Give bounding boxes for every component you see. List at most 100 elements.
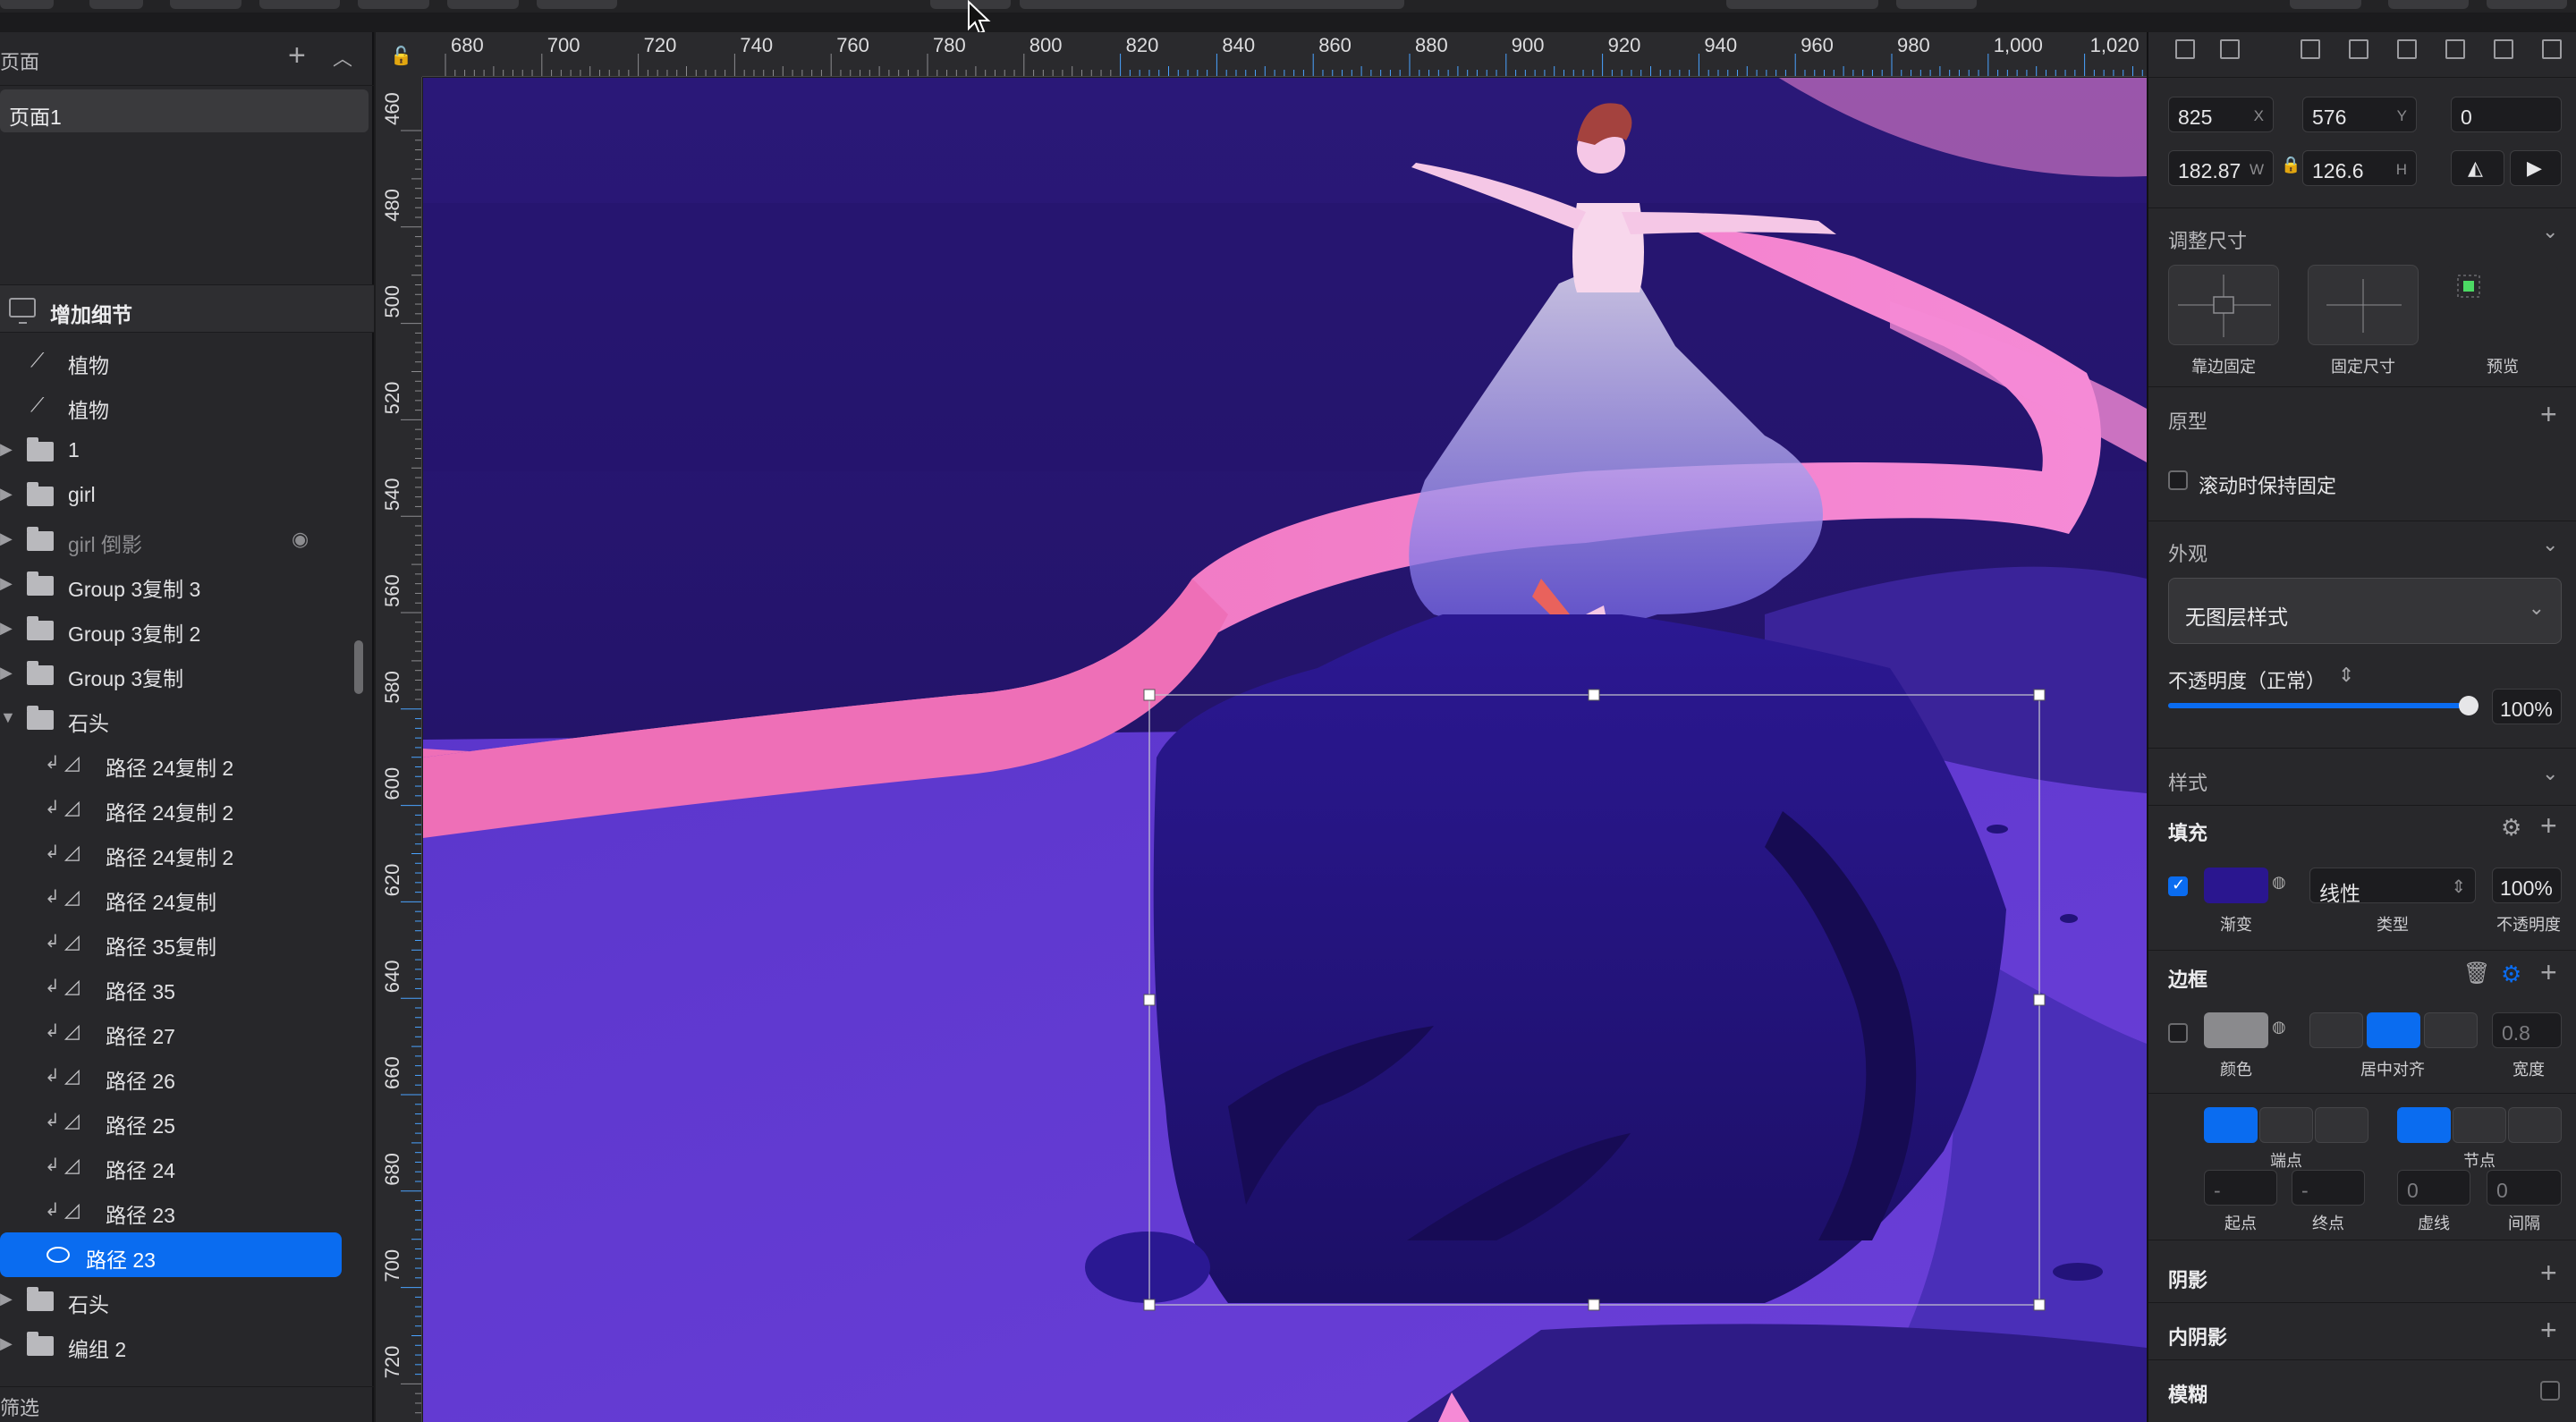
layer-row[interactable]: ↲ ◿ 路径 24 <box>0 1143 358 1188</box>
selection-handle[interactable] <box>1588 1299 1600 1311</box>
layer-row[interactable]: ↲ ◿ 路径 24复制 <box>0 875 358 919</box>
border-inside-button[interactable] <box>2309 1012 2363 1048</box>
layer-row[interactable]: ▶ 1 <box>0 427 358 472</box>
layer-style-select[interactable]: 无图层样式 ⌄ <box>2168 578 2562 644</box>
expand-arrow-icon[interactable]: ▶ <box>0 1290 13 1308</box>
endpoint-butt-button[interactable] <box>2204 1107 2258 1143</box>
toolbar-button[interactable] <box>0 0 54 9</box>
toolbar-button[interactable] <box>1896 0 1977 9</box>
w-field[interactable]: 182.87 W <box>2168 150 2274 186</box>
node-bevel-button[interactable] <box>2508 1107 2562 1143</box>
add-border-icon[interactable]: + <box>2540 958 2557 986</box>
layer-row[interactable]: ▶ Group 3复制 3 <box>0 562 358 606</box>
dash-end-field[interactable]: - <box>2292 1170 2365 1206</box>
layer-row[interactable]: ↲ ◿ 路径 35 <box>0 964 358 1009</box>
selection-handle[interactable] <box>1588 689 1600 701</box>
artboard-row[interactable]: 增加细节 <box>0 284 374 333</box>
layer-row[interactable]: ⟋ 植物 <box>0 383 358 427</box>
align-bottom-icon[interactable] <box>2542 39 2562 59</box>
fixed-size-tile[interactable] <box>2308 265 2419 345</box>
gap-field[interactable]: 0 <box>2487 1170 2562 1206</box>
pin-edges-tile[interactable] <box>2168 265 2279 345</box>
y-field[interactable]: 576 Y <box>2302 97 2417 132</box>
selection-handle[interactable] <box>2033 689 2046 701</box>
expand-arrow-icon[interactable]: ▶ <box>0 440 13 459</box>
fill-color-swatch[interactable] <box>2204 868 2268 903</box>
selection-handle[interactable] <box>1143 689 1156 701</box>
selection-handle[interactable] <box>1143 994 1156 1006</box>
layer-row[interactable]: ↲ ◿ 路径 24复制 2 <box>0 741 358 785</box>
toolbar-button[interactable] <box>447 0 519 9</box>
add-fill-icon[interactable]: + <box>2540 811 2557 840</box>
layers-scrollbar[interactable] <box>354 640 363 694</box>
style-chevron-icon[interactable]: ⌄ <box>2542 762 2558 785</box>
fill-settings-icon[interactable]: ⚙ <box>2501 814 2521 842</box>
expand-arrow-icon[interactable]: ▶ <box>0 664 13 682</box>
layer-row[interactable]: ↲ ◿ 路径 25 <box>0 1098 358 1143</box>
page-item[interactable]: 页面1 <box>0 89 369 132</box>
layer-row[interactable]: ↲ ◿ 路径 26 <box>0 1054 358 1098</box>
fill-type-select[interactable]: 线性 ⇕ <box>2309 868 2476 905</box>
toolbar-button[interactable] <box>2290 0 2361 9</box>
resize-chevron-icon[interactable]: ⌄ <box>2542 220 2558 243</box>
expand-arrow-icon[interactable]: ▶ <box>0 619 13 638</box>
blur-checkbox[interactable] <box>2540 1381 2560 1401</box>
appearance-chevron-icon[interactable]: ⌄ <box>2542 533 2558 556</box>
layer-row[interactable]: ▶ girl 倒影 ◉ <box>0 517 358 562</box>
align-right-icon[interactable] <box>2397 39 2417 59</box>
h-field[interactable]: 126.6 H <box>2302 150 2417 186</box>
selection-handle[interactable] <box>2033 1299 2046 1311</box>
flip-horizontal-button[interactable]: ◭ <box>2451 150 2504 186</box>
border-width-field[interactable]: 0.8 <box>2492 1012 2562 1048</box>
layer-row[interactable]: ▶ Group 3复制 2 <box>0 606 358 651</box>
toolbar-button[interactable] <box>2487 0 2567 9</box>
toolbar-button[interactable] <box>170 0 242 9</box>
ruler-lock-icon[interactable]: 🔓 <box>390 45 412 67</box>
opacity-field[interactable]: 100% <box>2492 689 2562 724</box>
rotation-field[interactable]: 0 <box>2451 97 2562 132</box>
selection-handle[interactable] <box>1143 1299 1156 1311</box>
fix-on-scroll-checkbox[interactable] <box>2168 470 2188 490</box>
align-top-icon[interactable] <box>2445 39 2465 59</box>
hidden-eye-icon[interactable]: ◉ <box>292 528 309 551</box>
node-round-button[interactable] <box>2453 1107 2506 1143</box>
lock-ratio-icon[interactable]: 🔒 <box>2281 156 2301 174</box>
layer-row[interactable]: 路径 23 <box>0 1232 342 1277</box>
toolbar-button[interactable] <box>259 0 340 9</box>
toolbar-button[interactable] <box>89 0 143 9</box>
border-center-button[interactable] <box>2367 1012 2420 1048</box>
layer-row[interactable]: ↲ ◿ 路径 27 <box>0 1009 358 1054</box>
layer-row[interactable]: ▶ 石头 <box>0 1277 358 1322</box>
align-center-icon[interactable] <box>2220 39 2240 59</box>
color-picker-icon[interactable]: ◍ <box>2272 1018 2286 1037</box>
layers-filter[interactable]: 筛选 <box>0 1386 374 1422</box>
toolbar-button[interactable] <box>358 0 429 9</box>
fill-enabled-checkbox[interactable] <box>2168 876 2188 896</box>
layer-row[interactable]: ▶ girl <box>0 472 358 517</box>
border-settings-icon[interactable]: ⚙ <box>2501 961 2521 988</box>
toolbar-button[interactable] <box>1726 0 1878 9</box>
delete-border-icon[interactable]: 🗑 <box>2463 961 2490 986</box>
canvas[interactable] <box>423 78 2147 1422</box>
distribute-icon[interactable] <box>2301 39 2320 59</box>
add-page-icon[interactable]: + <box>288 38 306 73</box>
collapse-arrow-icon[interactable]: ▼ <box>0 708 16 727</box>
opacity-slider[interactable] <box>2168 696 2479 715</box>
toolbar-button[interactable] <box>537 0 617 9</box>
collapse-icon[interactable]: ︿ <box>333 43 352 72</box>
endpoint-square-button[interactable] <box>2315 1107 2368 1143</box>
layer-row[interactable]: ↲ ◿ 路径 24复制 2 <box>0 830 358 875</box>
selection-handle[interactable] <box>2033 994 2046 1006</box>
align-hcenter-icon[interactable] <box>2349 39 2368 59</box>
expand-arrow-icon[interactable]: ▶ <box>0 1334 13 1353</box>
color-picker-icon[interactable]: ◍ <box>2272 873 2286 892</box>
opacity-slider-knob[interactable] <box>2459 696 2479 715</box>
fill-opacity-field[interactable]: 100% <box>2492 868 2562 903</box>
endpoint-round-button[interactable] <box>2259 1107 2313 1143</box>
layer-row[interactable]: ▶ 编组 2 <box>0 1322 358 1367</box>
layer-row[interactable]: ▼ 石头 <box>0 696 358 741</box>
layer-row[interactable]: ↲ ◿ 路径 35复制 <box>0 919 358 964</box>
border-enabled-checkbox[interactable] <box>2168 1023 2188 1043</box>
layer-row[interactable]: ⟋ 植物 <box>0 338 358 383</box>
x-field[interactable]: 825 X <box>2168 97 2274 132</box>
